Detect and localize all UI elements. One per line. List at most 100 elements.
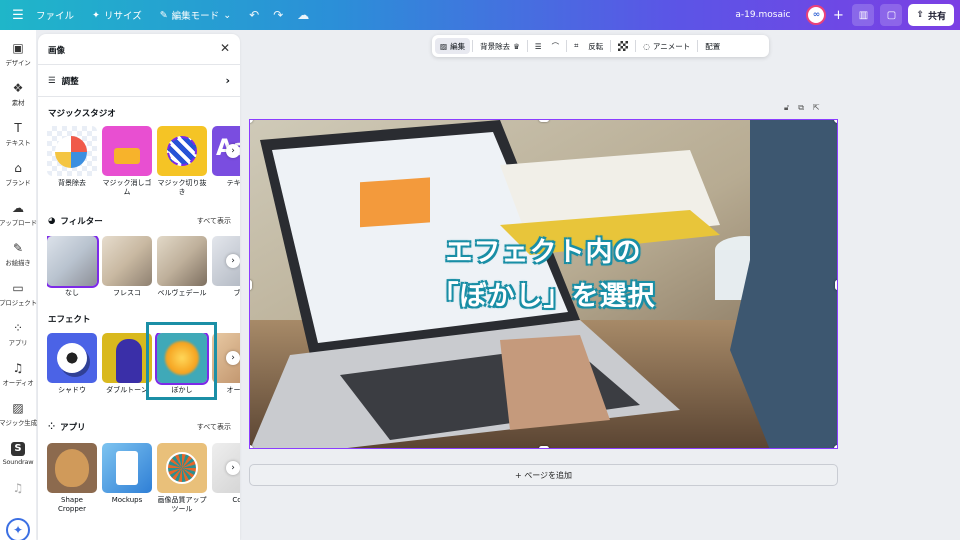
resize-handle[interactable] xyxy=(539,120,549,122)
resize-handle[interactable] xyxy=(250,445,253,448)
transparency-button[interactable] xyxy=(613,38,633,54)
tile-label: 背景除去 xyxy=(58,179,86,187)
edit-mode-dropdown[interactable]: ✎ 編集モード ⌄ xyxy=(159,8,231,23)
image-edit-icon: ▨ xyxy=(440,41,448,51)
filter-belvedere-tile[interactable]: ベルヴェデール xyxy=(157,236,207,298)
pencil-icon: ✎ xyxy=(159,9,168,21)
rail-label: マジック生成 xyxy=(0,419,37,427)
hamburger-menu-icon[interactable]: ☰ xyxy=(0,8,36,23)
filter-none-thumb xyxy=(47,236,99,288)
filter-none-tile[interactable]: なし xyxy=(47,236,99,298)
ball-icon xyxy=(167,136,197,166)
rail-audio[interactable]: ♫ オーディオ xyxy=(0,354,36,394)
crop-button[interactable]: ⌗ xyxy=(569,38,583,54)
resize-button[interactable]: ✦ リサイズ xyxy=(92,8,142,23)
person-silhouette-icon xyxy=(116,339,142,383)
rail-draw[interactable]: ✎ お絵描き xyxy=(0,234,36,274)
corner-rounding-button[interactable]: ⌒ xyxy=(547,38,565,54)
file-label: ファイル xyxy=(36,11,75,22)
draw-icon: ✎ xyxy=(12,241,24,255)
edit-button[interactable]: ▨ 編集 xyxy=(435,38,471,54)
chevron-right-icon[interactable]: › xyxy=(226,254,240,268)
rail-label: 素材 xyxy=(11,99,25,107)
undo-icon[interactable]: ↶ xyxy=(249,8,259,22)
share-button[interactable]: ⇪ 共有 xyxy=(908,4,954,26)
magic-eraser-thumb xyxy=(102,126,152,176)
chevron-right-icon[interactable]: › xyxy=(226,144,240,158)
document-name[interactable]: a-19.mosaic xyxy=(735,10,790,20)
divider xyxy=(38,64,240,65)
effects-title: エフェクト xyxy=(48,315,91,325)
chevron-right-icon[interactable]: › xyxy=(226,351,240,365)
resize-handle[interactable] xyxy=(834,120,837,123)
rail-design[interactable]: ▣ デザイン xyxy=(0,34,36,74)
bg-remove-thumb xyxy=(47,126,97,176)
divider xyxy=(566,40,568,52)
app-upscaler-thumb xyxy=(157,443,207,493)
rail-elements[interactable]: ❖ 素材 xyxy=(0,74,36,114)
edit-mode-label: 編集モード xyxy=(171,11,220,22)
divider xyxy=(610,40,612,52)
add-collaborator-icon[interactable]: + xyxy=(830,8,846,23)
divider xyxy=(472,40,474,52)
rail-label: テキスト xyxy=(5,139,31,147)
filters-see-all[interactable]: すべて表示 xyxy=(197,216,231,226)
rail-soundraw[interactable]: S Soundraw xyxy=(0,434,36,474)
effect-shadow-tile[interactable]: シャドウ xyxy=(47,333,97,395)
tile-label: フレスコ xyxy=(113,289,141,297)
avatar[interactable]: ∞ xyxy=(806,5,827,25)
chevron-right-icon: › xyxy=(225,74,230,87)
rail-upload[interactable]: ☁ アップロード xyxy=(0,194,37,234)
rail-apps[interactable]: ⁘ アプリ xyxy=(0,314,36,354)
apps-row: Shape Cropper Mockups 画像品質アップツール Co › xyxy=(47,443,240,529)
resize-handle[interactable] xyxy=(539,446,549,448)
chevron-right-icon[interactable]: › xyxy=(226,461,240,475)
bg-remove-tile[interactable]: 背景除去 xyxy=(47,126,97,188)
design-icon: ▣ xyxy=(12,41,24,55)
add-page-button[interactable]: + ページを追加 xyxy=(249,464,838,486)
rail-label: オーディオ xyxy=(2,379,34,387)
apps-see-all[interactable]: すべて表示 xyxy=(197,422,231,432)
file-menu[interactable]: ファイル xyxy=(36,8,74,22)
rail-project[interactable]: ▭ プロジェクト xyxy=(0,274,37,314)
rail-text[interactable]: T テキスト xyxy=(0,114,36,154)
share-icon: ⇪ xyxy=(916,10,924,20)
elements-icon: ❖ xyxy=(12,81,24,95)
add-page-icon[interactable]: ⇱ xyxy=(813,103,820,113)
rail-extra[interactable]: ♫ xyxy=(0,474,36,502)
magic-cutout-tile[interactable]: マジック切り抜き xyxy=(157,126,207,197)
app-mockups-tile[interactable]: Mockups xyxy=(102,443,152,505)
beach-ball-icon xyxy=(55,136,87,168)
effect-duotone-thumb xyxy=(102,333,152,383)
close-icon[interactable]: ✕ xyxy=(220,41,230,55)
adjust-row[interactable]: ☰ 調整 › xyxy=(48,74,230,87)
redo-icon[interactable]: ↷ xyxy=(273,8,283,22)
magic-eraser-tile[interactable]: マジック消しゴム xyxy=(102,126,152,197)
flip-button[interactable]: 反転 xyxy=(583,38,608,54)
animate-button[interactable]: ◌ アニメート xyxy=(638,38,695,54)
resize-handle[interactable] xyxy=(834,445,837,448)
divider xyxy=(697,40,699,52)
lock-icon[interactable]: 🔓︎ xyxy=(784,103,789,113)
border-style-button[interactable]: ☰ xyxy=(530,38,547,54)
apps-label: アプリ xyxy=(60,423,86,433)
bg-remove-button[interactable]: 背景除去 ♛ xyxy=(475,38,525,54)
project-icon: ▭ xyxy=(12,281,24,295)
bg-remove-label: 背景除去 xyxy=(480,41,511,51)
rail-label: アップロード xyxy=(0,219,37,227)
app-upscaler-tile[interactable]: 画像品質アップツール xyxy=(157,443,207,514)
comment-icon[interactable]: ▢ xyxy=(880,4,903,26)
app-shape-cropper-thumb xyxy=(47,443,97,493)
app-shape-cropper-tile[interactable]: Shape Cropper xyxy=(47,443,97,514)
filter-fresco-tile[interactable]: フレスコ xyxy=(102,236,152,298)
tile-label: ベルヴェデール xyxy=(157,289,207,297)
rail-magic-gen[interactable]: ▨ マジック生成 xyxy=(0,394,37,434)
analytics-icon[interactable]: ▥ xyxy=(852,4,875,26)
duplicate-icon[interactable]: ⧉ xyxy=(798,103,804,113)
filters-title: ◕ フィルター xyxy=(48,215,103,227)
rail-brand[interactable]: ⌂ ブランド xyxy=(0,154,36,194)
divider xyxy=(38,96,240,97)
position-button[interactable]: 配置 xyxy=(700,38,725,54)
magic-assistant-icon[interactable]: ✦ xyxy=(6,518,30,540)
effect-duotone-tile[interactable]: ダブルトーン xyxy=(102,333,152,395)
